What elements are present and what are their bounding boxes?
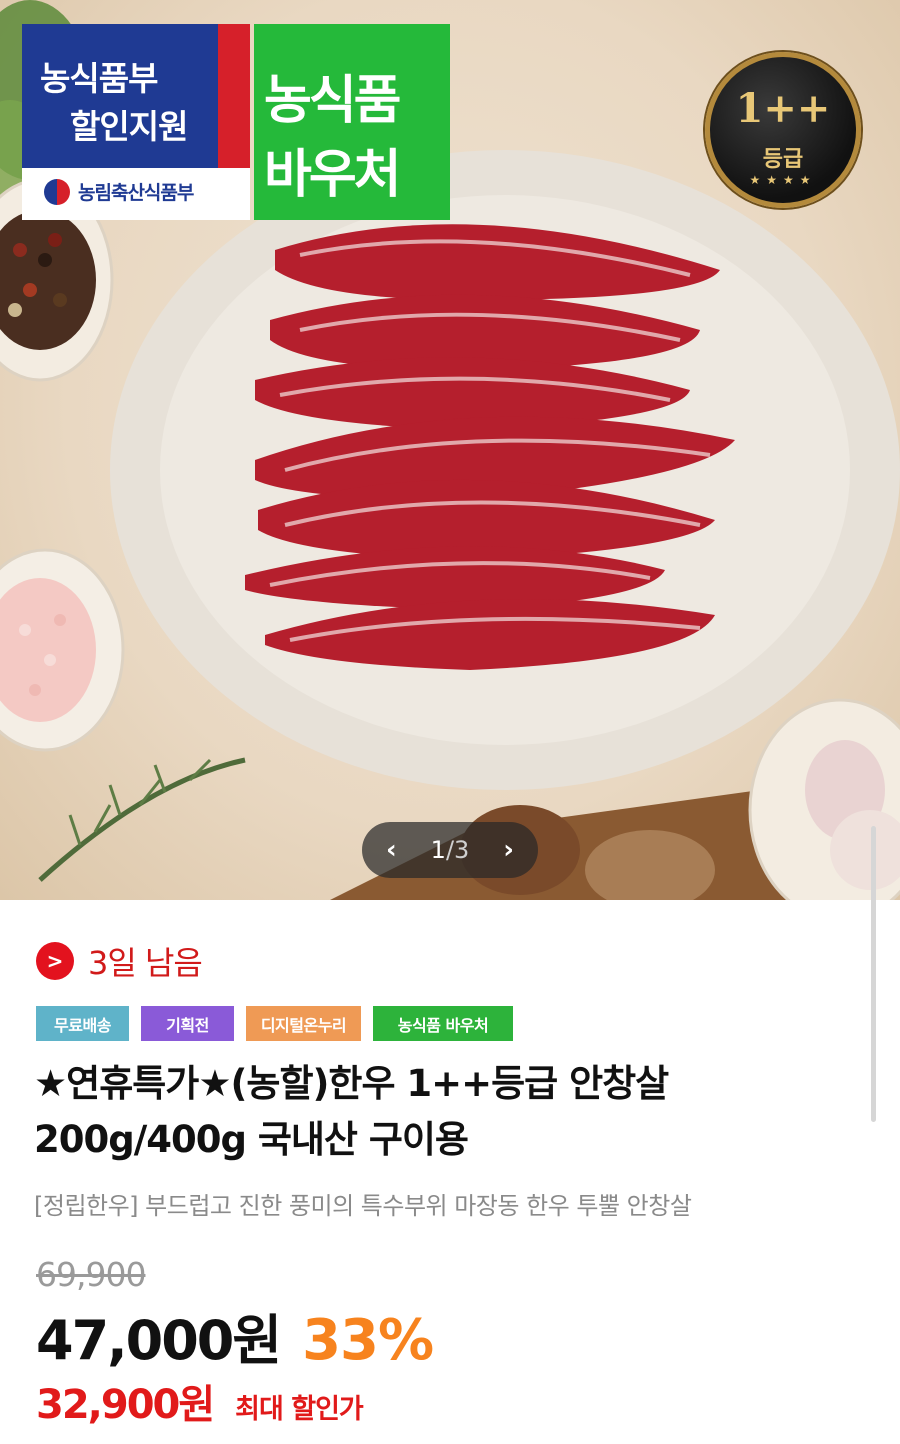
taegeuk-emblem-icon xyxy=(44,178,70,205)
tag-list: 무료배송 기획전 디지털온누리 농식품 바우처 xyxy=(36,1006,513,1041)
max-discount-label: 최대 할인가 xyxy=(235,1394,364,1425)
tag-promotion: 기획전 xyxy=(141,1006,234,1041)
page-separator: / xyxy=(445,836,455,864)
product-detail-page: 농식품부 할인지원 농림축산식품부 농식품 바우처 1++ 등급 ★★★★ ‹ … xyxy=(0,0,900,1444)
product-subtitle: [정립한우] 부드럽고 진한 풍미의 특수부위 마장동 한우 투뿔 안창살 xyxy=(34,1192,692,1220)
gov-discount-badge: 농식품부 할인지원 농림축산식품부 xyxy=(22,24,250,220)
max-discount-row: 32,900원 최대 할인가 xyxy=(36,1372,364,1430)
carousel-pager: ‹ 1/3 › xyxy=(362,822,538,878)
voucher-badge-line1: 농식품 xyxy=(264,71,402,131)
tag-food-voucher: 농식품 바우처 xyxy=(373,1006,513,1041)
tag-digital-onnuri: 디지털온누리 xyxy=(246,1006,361,1041)
voucher-badge-line2: 바우처 xyxy=(264,145,402,205)
deadline-indicator: > 3일 남음 xyxy=(36,938,203,984)
product-title: ★연휴특가★(농할)한우 1++등급 안창살 200g/400g 국내산 구이용 xyxy=(34,1062,669,1161)
ministry-name: 농림축산식품부 xyxy=(78,182,194,204)
page-counter: 1/3 xyxy=(431,836,470,864)
sale-price-row: 47,000원 33% xyxy=(36,1296,434,1375)
sale-price: 47,000원 xyxy=(36,1309,282,1372)
arrow-right-icon: > xyxy=(36,942,74,980)
original-price: 69,900 xyxy=(36,1255,146,1294)
scrollbar[interactable] xyxy=(871,826,876,1122)
gov-badge-line1: 농식품부 xyxy=(40,59,158,98)
gov-badge-line2: 할인지원 xyxy=(70,107,188,146)
grade-value: 1++ xyxy=(735,85,831,132)
grade-label: 등급 xyxy=(762,147,804,172)
chevron-left-icon[interactable]: ‹ xyxy=(386,837,397,863)
max-discount-price: 32,900원 xyxy=(36,1382,215,1428)
tag-free-shipping: 무료배송 xyxy=(36,1006,129,1041)
discount-rate: 33% xyxy=(302,1308,434,1373)
page-current: 1 xyxy=(430,836,446,864)
deadline-text: 3일 남음 xyxy=(88,944,203,982)
product-image-carousel[interactable]: 농식품부 할인지원 농림축산식품부 농식품 바우처 1++ 등급 ★★★★ ‹ … xyxy=(0,0,900,900)
ministry-label: 농림축산식품부 xyxy=(44,178,194,205)
star-icon: ★★★★ xyxy=(749,173,817,187)
chevron-right-icon[interactable]: › xyxy=(503,837,514,863)
grade-badge: 1++ 등급 ★★★★ xyxy=(705,52,861,208)
food-voucher-badge: 농식품 바우처 xyxy=(254,24,450,220)
page-total: 3 xyxy=(454,836,470,864)
